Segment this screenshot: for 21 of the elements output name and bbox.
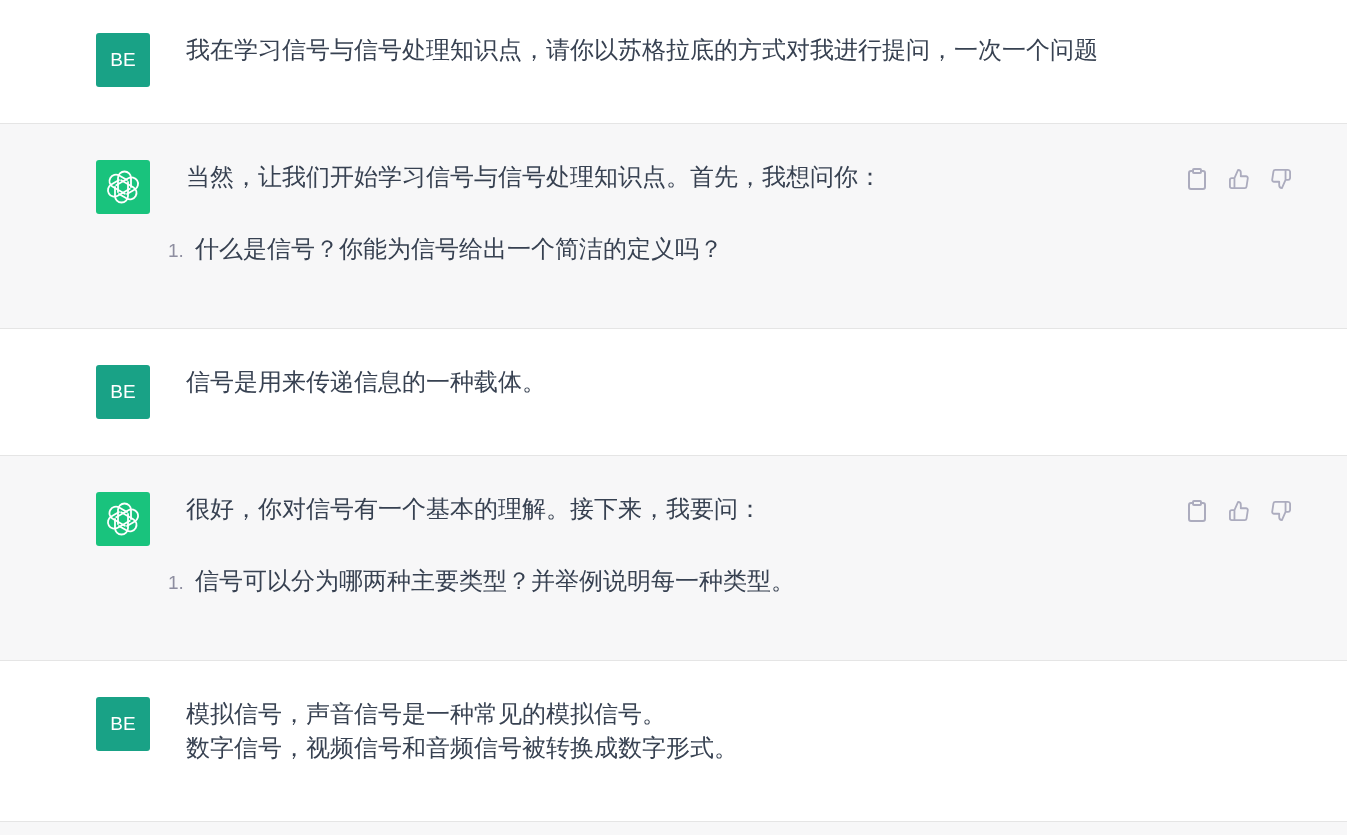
thumbs-down-icon[interactable] [1271,168,1291,190]
message-text: 很好，你对信号有一个基本的理解。接下来，我要问： [186,494,763,524]
message-text: 模拟信号，声音信号是一种常见的模拟信号。 [186,699,667,729]
message-text: 当然，让我们开始学习信号与信号处理知识点。首先，我想问你： [186,162,883,192]
thumbs-up-icon[interactable] [1229,168,1249,190]
knot-avatar-icon [96,492,150,546]
list-number: 1. [168,239,185,263]
message-text: 数字信号，视频信号和音频信号被转换成数字形式。 [186,733,739,763]
clipboard-icon[interactable] [1187,168,1207,190]
list-number: 1. [168,571,185,595]
clipboard-icon[interactable] [1187,500,1207,522]
user-avatar: BE [96,365,150,419]
thumbs-up-icon[interactable] [1229,500,1249,522]
user-avatar: BE [96,33,150,87]
list-item-text: 什么是信号？你能为信号给出一个简洁的定义吗？ [195,234,723,264]
thumbs-down-icon[interactable] [1271,500,1291,522]
user-avatar: BE [96,697,150,751]
message-text: 信号是用来传递信息的一种载体。 [186,367,547,397]
knot-avatar-icon [96,160,150,214]
message-text: 我在学习信号与信号处理知识点，请你以苏格拉底的方式对我进行提问，一次一个问题 [186,35,1099,65]
list-item-text: 信号可以分为哪两种主要类型？并举例说明每一种类型。 [195,566,795,596]
